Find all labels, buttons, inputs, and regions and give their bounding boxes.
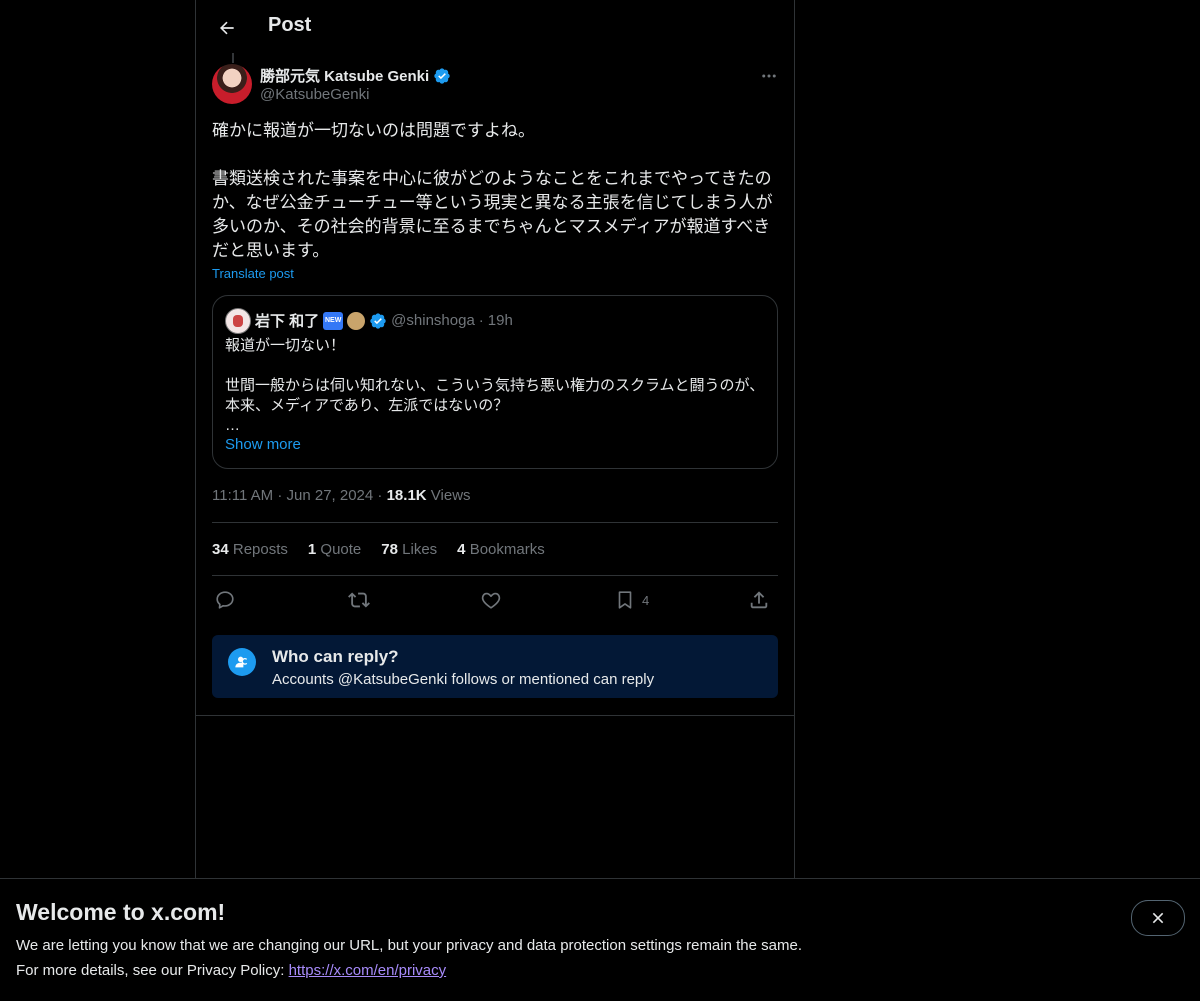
post-time[interactable]: 11:11 AM (212, 487, 273, 504)
main-column: Post 勝部元気 Katsube Genki @KatsubeGenki 確か… (195, 0, 795, 878)
pet-emoji-icon (347, 311, 366, 330)
quoted-post-time: 19h (487, 312, 513, 329)
quotes-stat[interactable]: 1 Quote (308, 541, 361, 558)
bookmark-count: 4 (642, 592, 650, 608)
meta-separator: · (277, 487, 283, 504)
bookmark-icon (618, 591, 632, 609)
post-date[interactable]: Jun 27, 2024 (287, 487, 374, 504)
repost-icon (348, 592, 370, 608)
verified-badge-icon[interactable] (433, 67, 451, 85)
quoted-post-text: 報道が一切ない！ 世間一般からは伺い知れない、こういう気持ち悪い権力のスクラムと… (225, 337, 765, 434)
post-text: 確かに報道が一切ないのは問題ですよね。 書類送検された事案を中心に彼がどのような… (212, 121, 773, 260)
page-title: Post (268, 14, 312, 36)
author-name[interactable]: 勝部元気 Katsube Genki (260, 65, 429, 86)
reply-restriction-subtitle: Accounts @KatsubeGenki follows or mentio… (272, 671, 655, 688)
meta-separator: · (377, 487, 383, 504)
share-icon (750, 591, 768, 609)
welcome-banner: Welcome to x.com! We are letting you kno… (0, 878, 1200, 1001)
repost-button[interactable] (348, 586, 370, 614)
privacy-policy-link[interactable]: https://x.com/en/privacy (289, 962, 447, 979)
banner-privacy-line: For more details, see our Privacy Policy… (16, 962, 446, 979)
arrow-left-icon (220, 21, 234, 35)
author-handle[interactable]: @KatsubeGenki (260, 86, 369, 103)
quoted-separator: · (478, 312, 484, 329)
quoted-author-handle: @shinshoga (391, 312, 475, 329)
more-dots-icon (762, 74, 776, 78)
banner-privacy-prefix: For more details, see our Privacy Policy… (16, 962, 289, 979)
banner-message: We are letting you know that we are chan… (16, 937, 802, 954)
banner-title: Welcome to x.com! (16, 899, 226, 925)
page-header: Post (196, 0, 794, 54)
thread-line (232, 53, 234, 63)
reply-icon (216, 591, 234, 609)
action-bar: 4 (212, 586, 778, 614)
back-button[interactable] (210, 11, 244, 45)
new-badge-icon: NEW (323, 311, 344, 330)
divider (212, 522, 778, 523)
engagement-stats: 34 Reposts 1 Quote 78 Likes 4 Bookmarks (212, 541, 545, 558)
reposts-stat[interactable]: 34 Reposts (212, 541, 288, 558)
bookmarks-stat[interactable]: 4 Bookmarks (457, 541, 545, 558)
author-avatar[interactable] (212, 64, 252, 104)
reply-restriction-title: Who can reply? (272, 647, 399, 666)
quoted-author-name: 岩下 和了 (255, 313, 320, 330)
reply-restriction-notice: Who can reply? Accounts @KatsubeGenki fo… (212, 635, 778, 698)
quoted-author-avatar (225, 308, 251, 334)
banner-close-button[interactable] (1131, 900, 1185, 936)
mention-user-icon (228, 648, 256, 676)
likes-stat[interactable]: 78 Likes (381, 541, 437, 558)
reply-button[interactable] (214, 586, 236, 614)
quoted-post-header: 岩下 和了 NEW @shinshoga · 19h (255, 310, 513, 331)
views-count: 18.1K (386, 487, 427, 504)
more-options-button[interactable] (752, 62, 786, 90)
show-more-link[interactable]: Show more (225, 436, 301, 453)
like-icon (481, 592, 501, 609)
bookmark-button[interactable]: 4 (614, 586, 649, 614)
quoted-verified-badge-icon (369, 312, 387, 330)
divider (212, 575, 778, 576)
like-button[interactable] (480, 586, 502, 614)
share-button[interactable] (748, 586, 770, 614)
divider (196, 715, 794, 716)
views-label: Views (430, 487, 471, 504)
author-name-row[interactable]: 勝部元気 Katsube Genki (260, 65, 451, 86)
translate-post-link[interactable]: Translate post (212, 266, 294, 281)
close-icon (1152, 912, 1164, 924)
post-meta: 11:11 AM · Jun 27, 2024 · 18.1K Views (212, 487, 471, 504)
quoted-post-card[interactable]: 岩下 和了 NEW @shinshoga · 19h 報道が一切ない！ 世間一般… (212, 295, 778, 469)
